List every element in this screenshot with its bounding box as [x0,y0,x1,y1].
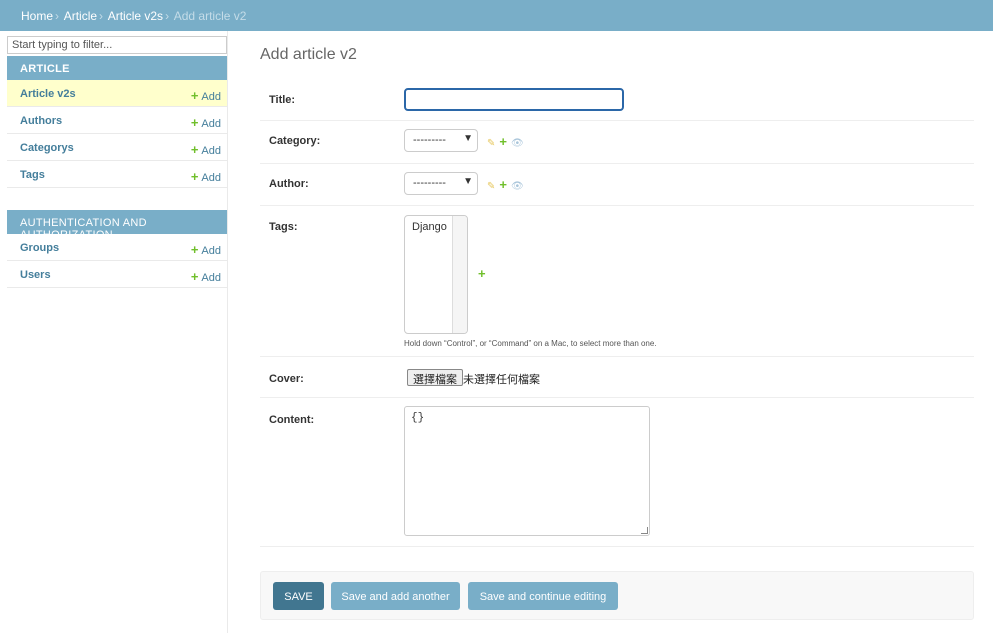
add-author-link[interactable]: + Add [191,115,221,130]
change-pencil-icon[interactable]: ✎ [487,138,495,149]
category-related-icons: ✎ + 👁 [487,134,528,149]
chevron-down-icon: ▼ [463,133,473,144]
add-related-icon[interactable]: + [478,266,486,281]
form-row-title: Title: [260,80,974,121]
sidebar-item-article-v2s: Article v2s + Add [7,80,227,107]
tag-option-django[interactable]: Django [412,221,447,233]
form-row-cover: Cover: 選擇檔案 未選擇任何檔案 [260,357,974,398]
tags-multiselect[interactable]: Django [404,215,468,334]
sidebar-item-label[interactable]: Article v2s [20,88,76,100]
add-icon: + [190,88,199,103]
category-label: Category: [269,135,321,147]
sidebar-item-authors: Authors + Add [7,107,227,134]
sidebar-item-users: Users + Add [7,261,227,288]
title-input[interactable] [404,88,624,111]
add-label: Add [201,172,221,184]
content-textarea[interactable]: {} [404,406,650,536]
add-icon: + [190,269,199,284]
app-article: ARTICLE Article v2s + Add Authors + Add Ca… [7,56,227,188]
title-label: Title: [269,94,296,106]
save-button[interactable]: SAVE [273,582,324,610]
add-label: Add [201,245,221,257]
add-tag-link[interactable]: + Add [191,169,221,184]
add-icon: + [190,142,199,157]
sidebar-item-label[interactable]: Categorys [20,142,74,154]
no-file-chosen-text: 未選擇任何檔案 [463,374,540,386]
add-group-link[interactable]: + Add [191,242,221,257]
sidebar-item-groups: Groups + Add [7,234,227,261]
author-related-icons: ✎ + 👁 [487,177,528,192]
sidebar-item-label[interactable]: Authors [20,115,62,127]
breadcrumb-separator: › [165,9,170,23]
add-category-link[interactable]: + Add [191,142,221,157]
sidebar-item-categorys: Categorys + Add [7,134,227,161]
add-related-icon[interactable]: + [499,177,507,192]
author-select[interactable]: --------- ▼ [404,172,478,195]
breadcrumb-app[interactable]: Article [64,9,97,23]
add-label: Add [201,118,221,130]
category-selected-value: --------- [413,134,446,146]
save-and-continue-button[interactable]: Save and continue editing [468,582,618,610]
sidebar-item-tags: Tags + Add [7,161,227,188]
sidebar-item-label[interactable]: Groups [20,242,59,254]
resize-handle-icon[interactable] [641,527,648,534]
add-icon: + [190,242,199,257]
save-and-add-another-button[interactable]: Save and add another [331,582,460,610]
tags-label: Tags: [269,221,298,233]
breadcrumb-current: Add article v2 [173,9,247,23]
add-article-v2-link[interactable]: + Add [191,88,221,103]
content-value: {} [411,412,425,424]
add-label: Add [201,91,221,103]
page-title: Add article v2 [260,46,357,63]
app-header-auth[interactable]: AUTHENTICATION AND AUTHORIZATION [7,210,227,241]
sidebar-item-label[interactable]: Tags [20,169,45,181]
sidebar: ARTICLE Article v2s +Add Authors +Add Ca… [0,31,228,633]
view-eye-icon[interactable]: 👁 [511,181,524,192]
form-row-author: Author: --------- ▼ ✎ + 👁 [260,164,974,206]
cover-label: Cover: [269,373,304,385]
app-auth: AUTHENTICATION AND AUTHORIZATION Groups … [7,210,227,288]
submit-row: SAVE Save and add another Save and conti… [260,571,974,620]
add-label: Add [201,145,221,157]
breadcrumb-separator: › [99,9,104,23]
category-select[interactable]: --------- ▼ [404,129,478,152]
content-label: Content: [269,414,315,426]
sidebar-item-label[interactable]: Users [20,269,51,281]
add-icon: + [190,115,199,130]
form-row-tags: Tags: Django + Hold down “Control”, or “… [260,206,974,357]
add-label: Add [201,272,221,284]
choose-file-button[interactable]: 選擇檔案 [407,369,463,386]
form-row-category: Category: --------- ▼ ✎ + 👁 [260,121,974,164]
form-row-content: Content: {} [260,398,974,547]
change-pencil-icon[interactable]: ✎ [487,181,495,192]
chevron-down-icon: ▼ [463,176,473,187]
add-icon: + [190,169,199,184]
breadcrumb-home[interactable]: Home [21,9,53,23]
breadcrumb: Home › Article › Article v2s › Add article … [0,0,993,31]
tags-help-text: Hold down “Control”, or “Command” on a M… [404,339,657,348]
sidebar-filter-input[interactable] [7,36,227,54]
author-selected-value: --------- [413,177,446,189]
view-eye-icon[interactable]: 👁 [511,138,524,149]
breadcrumb-model[interactable]: Article v2s [108,9,163,23]
add-related-icon[interactable]: + [499,134,507,149]
tags-scrollbar[interactable] [452,216,467,333]
author-label: Author: [269,178,309,190]
add-user-link[interactable]: + Add [191,269,221,284]
breadcrumb-separator: › [55,9,60,23]
app-header-article[interactable]: ARTICLE [7,56,227,80]
